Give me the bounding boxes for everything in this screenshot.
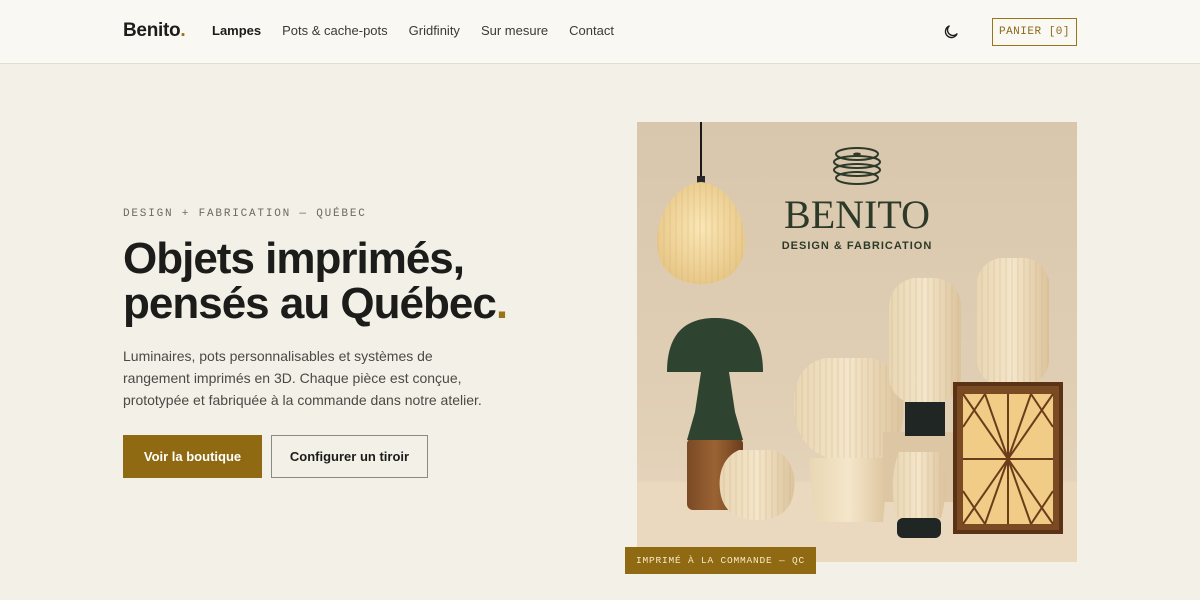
image-tagline: DESIGN & FABRICATION	[782, 240, 933, 252]
headline-line-2: pensés au Québec	[123, 279, 497, 328]
hero-lead: Luminaires, pots personnalisables et sys…	[123, 348, 482, 408]
nav-item-sur-mesure[interactable]: Sur mesure	[481, 23, 548, 38]
configure-drawer-button[interactable]: Configurer un tiroir	[271, 435, 428, 478]
hero-eyebrow: DESIGN + FABRICATION — QUÉBEC	[123, 208, 367, 220]
headline-line-1: Objets imprimés,	[123, 234, 465, 283]
made-to-order-badge: IMPRIMÉ À LA COMMANDE — QC	[625, 547, 817, 574]
nav-item-lampes[interactable]: Lampes	[212, 23, 261, 38]
nav-item-pots[interactable]: Pots & cache-pots	[282, 23, 388, 38]
nav-item-gridfinity[interactable]: Gridfinity	[409, 23, 460, 38]
nav-item-contact[interactable]: Contact	[569, 23, 614, 38]
site-header: Benito. Lampes Pots & cache-pots Gridfin…	[0, 0, 1200, 64]
hero-headline: Objets imprimés, pensés au Québec.	[123, 236, 603, 326]
shop-button[interactable]: Voir la boutique	[123, 435, 262, 478]
main-nav: Lampes Pots & cache-pots Gridfinity Sur …	[212, 23, 635, 38]
brand-logo[interactable]: Benito.	[123, 20, 186, 42]
headline-accent-dot: .	[495, 279, 508, 328]
hero-product-image: BENITO DESIGN & FABRICATION	[637, 122, 1077, 562]
image-wordmark: BENITO	[784, 192, 930, 237]
moon-icon[interactable]	[942, 23, 960, 41]
cart-button[interactable]: PANIER [0]	[992, 18, 1077, 46]
